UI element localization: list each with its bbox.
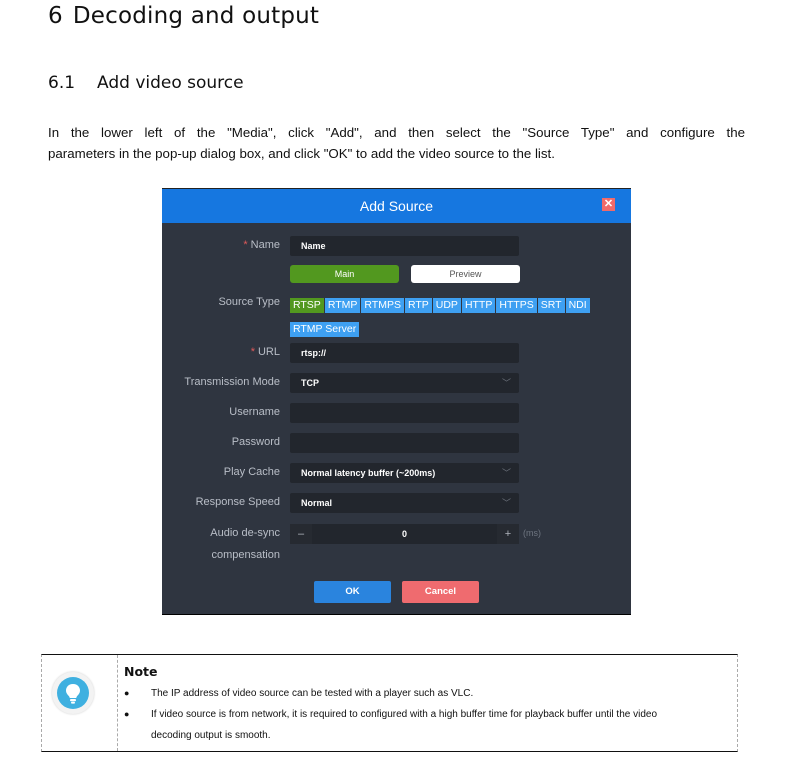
source-type-options: RTSP RTMP RTMPS RTP UDP HTTP HTTPS SRT NDI RTMP S… [290, 295, 610, 343]
source-type-http[interactable]: HTTP [461, 298, 496, 313]
transmission-mode-select[interactable]: TCP ﹀ [290, 373, 519, 393]
audio-desync-label-2: compensation [211, 549, 281, 561]
note-item: ● If video source is from network, it is … [124, 704, 734, 746]
play-cache-select[interactable]: Normal latency buffer (~200ms) ﹀ [290, 463, 519, 483]
source-type-rtsp[interactable]: RTSP [290, 298, 324, 313]
subsection-heading: 6.1 Add video source [48, 71, 244, 95]
section-title: Decoding and output [72, 3, 320, 29]
bullet-icon: ● [124, 709, 130, 719]
play-cache-label: Play Cache [223, 466, 280, 478]
url-label: * URL [251, 346, 280, 358]
cancel-button[interactable]: Cancel [402, 581, 479, 603]
dialog-title: Add Source [359, 198, 434, 214]
increment-button[interactable]: + [497, 524, 519, 544]
source-type-udp[interactable]: UDP [432, 298, 461, 313]
dialog-header: Add Source ✕ [162, 189, 631, 223]
name-label-text: Name [250, 239, 280, 251]
source-type-srt[interactable]: SRT [537, 298, 565, 313]
paragraph-line-1: In the lower left of the "Media", click … [48, 125, 745, 140]
audio-desync-input[interactable]: 0 [312, 524, 497, 544]
chevron-down-icon: ﹀ [501, 498, 511, 508]
lightbulb-icon [52, 672, 94, 714]
section-number: 6 [48, 3, 63, 29]
subsection-number: 6.1 [48, 73, 76, 93]
add-source-dialog: Add Source ✕ * Name Name Main Preview Sou… [162, 189, 631, 614]
note-item-text: If video source is from network, it is r… [151, 709, 658, 720]
note-item-continuation: decoding output is smooth. [151, 730, 271, 741]
required-marker: * [250, 346, 255, 358]
source-type-rtmp-server[interactable]: RTMP Server [290, 322, 360, 337]
source-type-rtp[interactable]: RTP [404, 298, 432, 313]
paragraph-line-2: parameters in the pop-up dialog box, and… [48, 146, 555, 161]
ok-button[interactable]: OK [314, 581, 391, 603]
name-input[interactable]: Name [290, 236, 519, 256]
decrement-button[interactable]: – [290, 524, 312, 544]
preview-stream-button[interactable]: Preview [411, 265, 520, 283]
transmission-mode-label: Transmission Mode [184, 376, 280, 388]
subsection-title: Add video source [97, 73, 244, 93]
password-label: Password [231, 436, 280, 448]
source-type-rtmp[interactable]: RTMP [324, 298, 361, 313]
username-input[interactable] [290, 403, 519, 423]
password-input[interactable] [290, 433, 519, 453]
section-heading: 6 Decoding and output [48, 0, 319, 32]
play-cache-value: Normal latency buffer (~200ms) [301, 468, 436, 478]
unit-label: (ms) [523, 528, 541, 538]
note-box: Note ● The IP address of video source can… [41, 654, 738, 752]
required-marker: * [243, 239, 248, 251]
note-item-text: The IP address of video source can be te… [151, 688, 474, 699]
chevron-down-icon: ﹀ [501, 378, 511, 388]
response-speed-select[interactable]: Normal ﹀ [290, 493, 519, 513]
chevron-down-icon: ﹀ [501, 468, 511, 478]
username-label: Username [229, 406, 280, 418]
name-label: * Name [243, 239, 280, 251]
response-speed-value: Normal [301, 498, 333, 508]
url-label-text: URL [257, 346, 280, 358]
lightbulb-icon-circle [57, 677, 89, 709]
close-icon[interactable]: ✕ [602, 198, 615, 211]
audio-desync-label-1: Audio de-sync [210, 527, 280, 539]
note-divider [117, 655, 118, 751]
instruction-paragraph: In the lower left of the "Media", click … [48, 122, 745, 164]
response-speed-label: Response Speed [195, 496, 280, 508]
source-type-label: Source Type [218, 296, 280, 308]
bullet-icon: ● [124, 688, 130, 698]
main-stream-button[interactable]: Main [290, 265, 399, 283]
url-input[interactable]: rtsp:// [290, 343, 519, 363]
source-type-https[interactable]: HTTPS [496, 298, 537, 313]
source-type-ndi[interactable]: NDI [565, 298, 590, 313]
source-type-rtmps[interactable]: RTMPS [361, 298, 404, 313]
note-title: Note [124, 664, 158, 679]
audio-desync-stepper: – 0 + [290, 524, 519, 544]
lightbulb-glyph [66, 684, 80, 704]
note-item: ● The IP address of video source can be t… [124, 683, 734, 704]
transmission-mode-value: TCP [301, 378, 319, 388]
